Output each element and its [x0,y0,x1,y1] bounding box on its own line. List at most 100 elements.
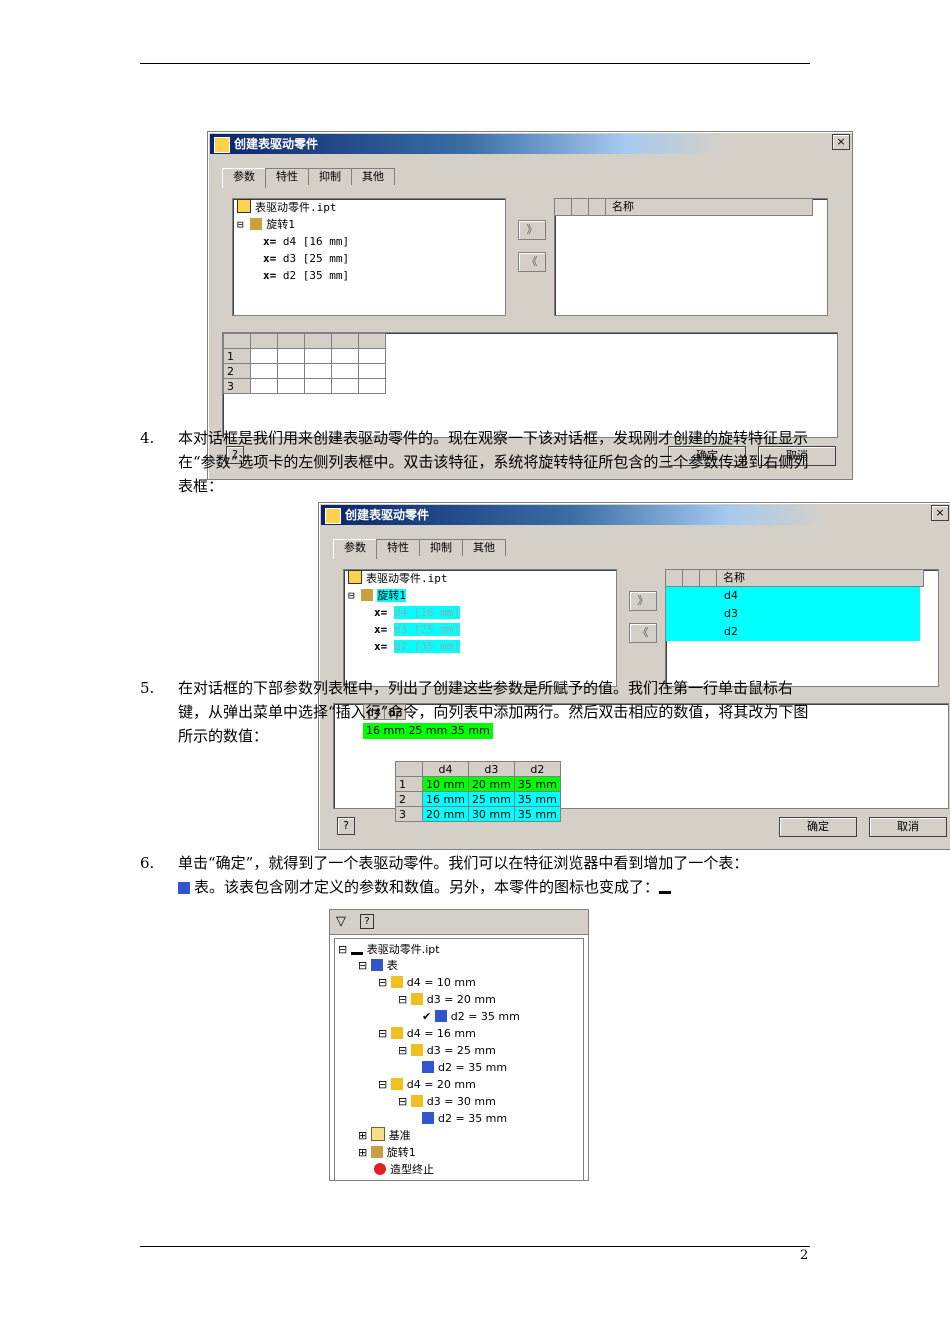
tab-other[interactable]: 其他 [351,168,395,185]
tree-param[interactable]: x= d2 [35 mm] [233,267,505,284]
browser-row[interactable]: ⊟ d3 = 20 mm [398,991,496,1008]
app-icon [325,508,341,524]
selected-rows: d4 d3 d2 [666,587,920,641]
browser-row[interactable]: ⊞ 基准 [358,1127,411,1144]
grid-cell[interactable]: 20 mm [467,776,515,792]
grid-cell[interactable]: 20 mm [422,806,469,822]
browser-row[interactable]: 造型终止 [374,1161,434,1178]
tab-properties[interactable]: 特性 [376,539,420,556]
browser-row[interactable]: ⊟ d4 = 16 mm [378,1025,476,1042]
column-header-d3: d3 [467,761,515,777]
tab-properties[interactable]: 特性 [265,168,309,185]
browser-row[interactable]: ⊟ d3 = 30 mm [398,1093,496,1110]
param-x-icon: x= [263,269,277,282]
close-button[interactable]: × [832,134,850,150]
part-table-icon [350,940,363,955]
ok-button[interactable]: 确定 [779,817,857,837]
page-number: 2 [800,1248,809,1263]
title-bar: 创建表驱动零件 [210,134,850,154]
name-column-header[interactable]: 名称 [717,570,924,587]
header-cell [555,199,572,216]
revolve-icon [250,218,263,230]
tab-suppress[interactable]: 抑制 [308,168,352,185]
param-icon [422,1061,434,1073]
close-button[interactable]: × [931,505,949,521]
param-x-icon: x= [374,606,388,619]
tab-parameters[interactable]: 参数 [222,168,266,188]
dialog-title: 创建表驱动零件 [345,508,430,522]
revolve-icon [361,589,374,601]
grid-cell[interactable]: 35 mm [513,806,561,822]
tree-root[interactable]: 表驱动零件.ipt [233,199,505,216]
corner-cell [223,333,251,349]
list-item[interactable]: d2 [666,623,920,641]
param-x-icon: x= [263,252,277,265]
tree-param[interactable]: x= d4 [16 mm] [233,233,505,250]
grid-cell[interactable]: 35 mm [513,791,561,807]
grid-cell[interactable]: 16 mm [422,791,469,807]
grid-cell[interactable]: 35 mm [513,776,561,792]
grid-cell[interactable]: 10 mm [422,776,469,792]
tree-param[interactable]: x= d3 [25 mm] [344,621,616,638]
footer-rule [140,1246,810,1247]
browser-row[interactable]: ⊟ 表驱动零件.ipt [338,940,440,957]
browser-row[interactable]: d2 = 35 mm [422,1110,507,1127]
row-number: 3 [223,378,251,394]
table-icon [178,882,190,894]
step-6: 6. 单击“确定”，就得到了一个表驱动零件。我们可以在特征浏览器中看到增加了一个… [140,851,820,899]
tab-suppress[interactable]: 抑制 [419,539,463,556]
grid-cell[interactable]: 25 mm [467,791,515,807]
param-values-grid[interactable]: 1 2 3 [223,333,386,394]
browser-row[interactable]: ⊞ 旋转1 [358,1144,416,1161]
part-table-icon [659,879,672,894]
remove-param-button[interactable]: 《 [518,252,546,272]
tree-param[interactable]: x= d4 [16 mm] [344,604,616,621]
column-header-d4: d4 [422,761,469,777]
browser-row[interactable]: ⊟ d3 = 25 mm [398,1042,496,1059]
browser-row[interactable]: ⊟ 表 [358,957,398,974]
tab-strip: 参数 特性 抑制 其他 [333,539,506,559]
grid-cell[interactable]: 30 mm [467,806,515,822]
param-icon [410,1044,423,1056]
selected-params-list[interactable]: 名称 [554,198,828,316]
row-number: 3 [395,806,423,822]
end-of-part-icon [374,1163,386,1175]
browser-row[interactable]: ✔ d2 = 35 mm [422,1008,520,1025]
header-cell [666,570,683,587]
browser-row[interactable]: ⊟ d4 = 20 mm [378,1076,476,1093]
tree-root[interactable]: 表驱动零件.ipt [344,570,616,587]
header-cell [589,199,606,216]
param-icon [410,1095,423,1107]
filter-icon[interactable]: ▽ [336,914,346,929]
title-bar: 创建表驱动零件 [321,505,949,525]
browser-row[interactable]: ⊟ d4 = 10 mm [378,974,476,991]
header-cell [683,570,700,587]
feature-tree-list[interactable]: 表驱动零件.ipt ⊟ 旋转1 x= d4 [16 mm] x= d3 [25 … [343,569,617,687]
corner-cell [395,761,423,777]
param-values-grid[interactable]: d4 d3 d2 1 10 mm 20 mm 35 mm 2 16 mm 25 mm 35 mm… [395,761,561,822]
name-column-header[interactable]: 名称 [606,199,813,216]
row-number: 1 [395,776,423,792]
browser-row[interactable]: d2 = 35 mm [422,1059,507,1076]
param-icon [390,1027,403,1039]
add-param-button[interactable]: 》 [629,591,657,611]
tab-parameters[interactable]: 参数 [333,539,377,559]
cancel-button[interactable]: 取消 [869,817,947,837]
tree-feature[interactable]: ⊟ 旋转1 [344,587,616,604]
feature-browser: ▽ ? ⊟ 表驱动零件.ipt ⊟ 表 ⊟ d4 = 10 mm ⊟ d3 = … [329,909,589,1181]
help-button[interactable]: ? [337,817,355,835]
list-item[interactable]: d4 [666,587,920,605]
row-number: 2 [395,791,423,807]
list-item[interactable]: d3 [666,605,920,623]
tree-param[interactable]: x= d3 [25 mm] [233,250,505,267]
selected-params-list[interactable]: 名称 d4 d3 d2 [665,569,939,687]
remove-param-button[interactable]: 《 [629,623,657,643]
tree-param[interactable]: x= d2 [35 mm] [344,638,616,655]
tab-other[interactable]: 其他 [462,539,506,556]
step-number: 5. [140,679,155,697]
tree-feature[interactable]: ⊟ 旋转1 [233,216,505,233]
feature-tree-list[interactable]: 表驱动零件.ipt ⊟ 旋转1 x= d4 [16 mm] x= d3 [25 … [232,198,506,316]
add-param-button[interactable]: 》 [518,220,546,240]
help-icon[interactable]: ? [360,914,374,929]
param-icon [410,993,423,1005]
